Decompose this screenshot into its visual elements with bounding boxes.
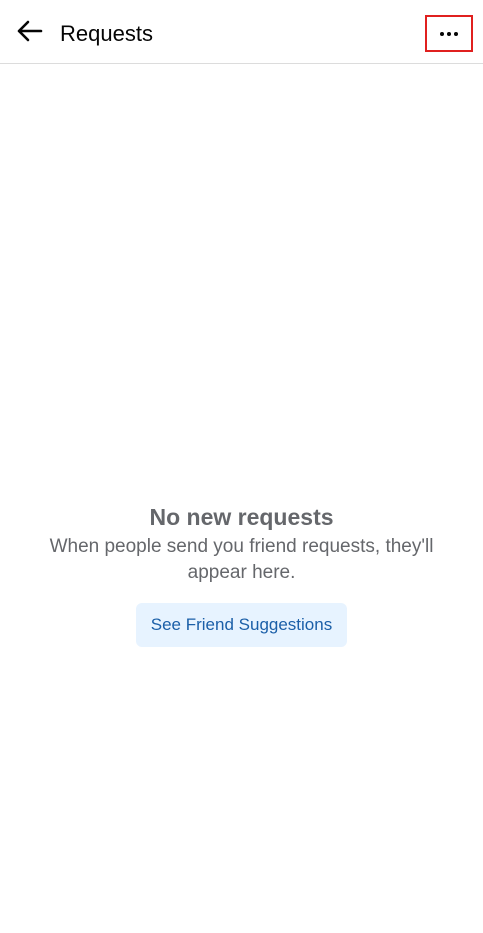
empty-state-title: No new requests (149, 504, 334, 530)
back-button[interactable] (10, 14, 48, 52)
page-title: Requests (60, 21, 153, 46)
app-header: Requests (0, 0, 483, 64)
empty-state: No new requests When people send you fri… (0, 502, 483, 647)
more-horizontal-icon (440, 31, 458, 36)
see-friend-suggestions-button[interactable]: See Friend Suggestions (135, 603, 348, 647)
empty-state-description: When people send you friend requests, th… (49, 536, 434, 583)
arrow-left-icon (15, 19, 43, 48)
more-options-button[interactable] (425, 15, 473, 52)
